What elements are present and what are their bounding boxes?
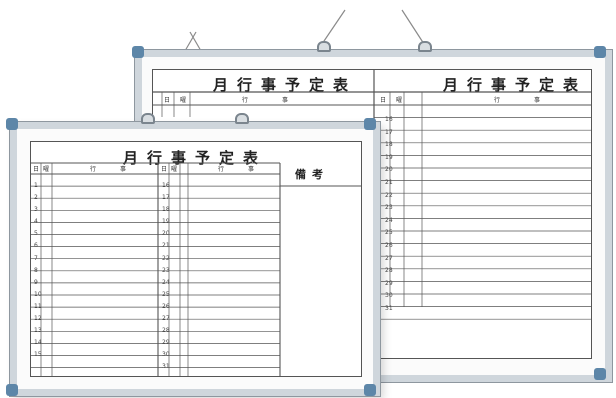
column-header: 曜 <box>171 166 177 173</box>
column-header: 曜 <box>43 166 49 173</box>
column-header: 事 <box>248 165 254 173</box>
front-board-grid: 日曜行事日曜行事 <box>30 162 362 377</box>
column-header: 日 <box>161 166 167 173</box>
column-header: 行 <box>90 165 96 173</box>
column-header: 日 <box>33 166 39 173</box>
column-header: 事 <box>120 165 126 173</box>
column-header: 行 <box>218 165 224 173</box>
